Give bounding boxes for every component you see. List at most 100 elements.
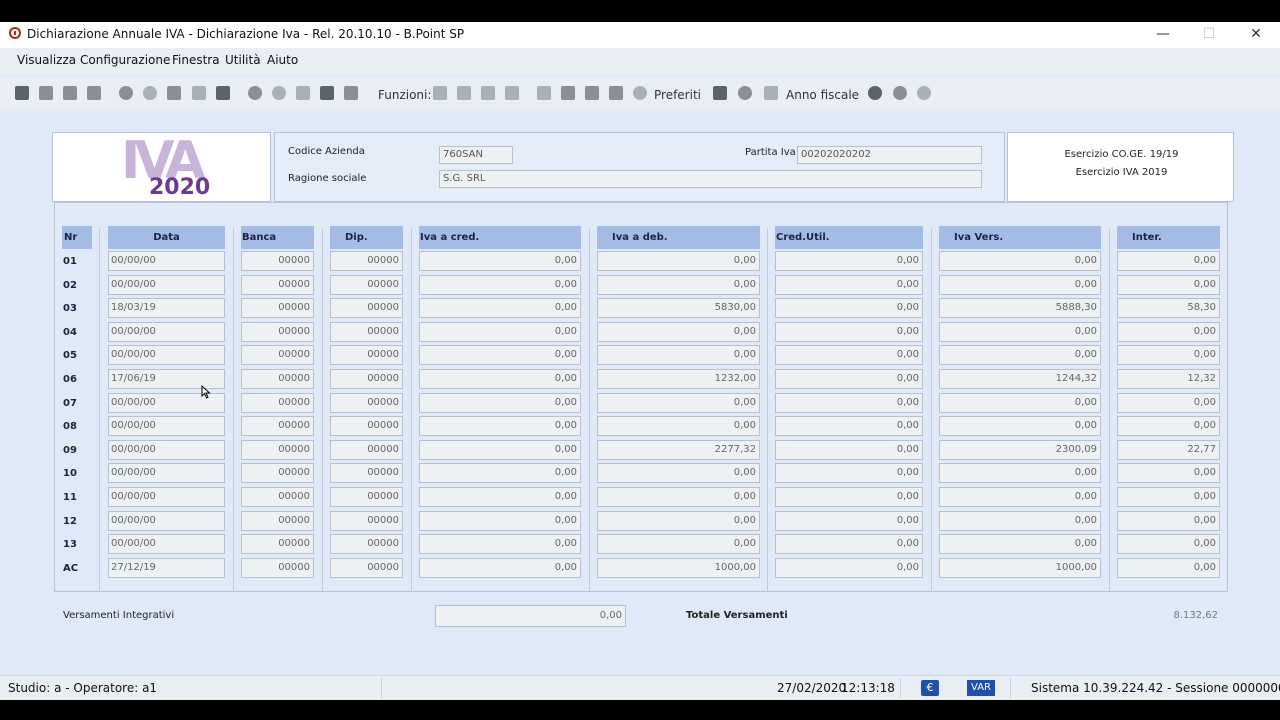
cell-dip[interactable]: 00000 xyxy=(330,416,403,436)
print-icon[interactable] xyxy=(87,86,101,100)
page-icon[interactable] xyxy=(296,86,310,100)
alert-icon[interactable] xyxy=(893,86,907,100)
check-icon[interactable] xyxy=(585,86,599,100)
cell-dip[interactable]: 00000 xyxy=(330,345,403,365)
database-icon[interactable] xyxy=(167,86,181,100)
cell-inter[interactable]: 0,00 xyxy=(1117,487,1220,507)
cell-iva-vers[interactable]: 0,00 xyxy=(939,487,1101,507)
cell-iva-vers[interactable]: 0,00 xyxy=(939,534,1101,554)
user-icon[interactable] xyxy=(868,86,882,100)
cell-inter[interactable]: 22,77 xyxy=(1117,440,1220,460)
cell-iva-vers[interactable]: 1000,00 xyxy=(939,558,1101,578)
cell-data[interactable]: 00/00/00 xyxy=(108,345,225,365)
cell-iva-deb[interactable]: 0,00 xyxy=(597,534,760,554)
cell-banca[interactable]: 00000 xyxy=(241,511,314,531)
cell-banca[interactable]: 00000 xyxy=(241,463,314,483)
cell-inter[interactable]: 0,00 xyxy=(1117,275,1220,295)
cell-cred-util[interactable]: 0,00 xyxy=(775,416,923,436)
disc-icon[interactable] xyxy=(272,86,286,100)
cell-dip[interactable]: 00000 xyxy=(330,534,403,554)
codice-azienda-field[interactable]: 760SAN xyxy=(439,146,513,164)
cell-iva-vers[interactable]: 5888,30 xyxy=(939,298,1101,318)
cell-iva-deb[interactable]: 2277,32 xyxy=(597,440,760,460)
cell-iva-cred[interactable]: 0,00 xyxy=(419,322,581,342)
cell-iva-cred[interactable]: 0,00 xyxy=(419,440,581,460)
cell-banca[interactable]: 00000 xyxy=(241,393,314,413)
cell-iva-vers[interactable]: 0,00 xyxy=(939,322,1101,342)
cell-iva-deb[interactable]: 0,00 xyxy=(597,511,760,531)
cell-iva-deb[interactable]: 0,00 xyxy=(597,251,760,271)
cell-iva-vers[interactable]: 0,00 xyxy=(939,416,1101,436)
cell-cred-util[interactable]: 0,00 xyxy=(775,463,923,483)
calendar-year-icon[interactable] xyxy=(764,86,778,100)
cell-banca[interactable]: 00000 xyxy=(241,558,314,578)
preferiti-button[interactable]: Preferiti xyxy=(654,88,701,102)
var-badge[interactable]: VAR xyxy=(967,680,995,696)
cell-dip[interactable]: 00000 xyxy=(330,275,403,295)
cell-inter[interactable]: 0,00 xyxy=(1117,534,1220,554)
cell-iva-vers[interactable]: 0,00 xyxy=(939,393,1101,413)
mail-icon[interactable] xyxy=(609,86,623,100)
cell-cred-util[interactable]: 0,00 xyxy=(775,393,923,413)
cell-iva-deb[interactable]: 0,00 xyxy=(597,416,760,436)
cell-iva-deb[interactable]: 0,00 xyxy=(597,275,760,295)
cell-data[interactable]: 00/00/00 xyxy=(108,416,225,436)
cell-cred-util[interactable]: 0,00 xyxy=(775,534,923,554)
cell-data[interactable]: 00/00/00 xyxy=(108,534,225,554)
cell-dip[interactable]: 00000 xyxy=(330,487,403,507)
cell-cred-util[interactable]: 0,00 xyxy=(775,345,923,365)
cell-cred-util[interactable]: 0,00 xyxy=(775,275,923,295)
cell-inter[interactable]: 0,00 xyxy=(1117,416,1220,436)
cell-iva-deb[interactable]: 5830,00 xyxy=(597,298,760,318)
cell-inter[interactable]: 58,30 xyxy=(1117,298,1220,318)
globe-icon[interactable] xyxy=(917,86,931,100)
cell-dip[interactable]: 00000 xyxy=(330,298,403,318)
cell-iva-deb[interactable]: 0,00 xyxy=(597,487,760,507)
cell-iva-cred[interactable]: 0,00 xyxy=(419,534,581,554)
cell-data[interactable]: 00/00/00 xyxy=(108,487,225,507)
cell-banca[interactable]: 00000 xyxy=(241,440,314,460)
euro-icon[interactable]: € xyxy=(921,680,939,696)
cell-inter[interactable]: 0,00 xyxy=(1117,322,1220,342)
cell-iva-cred[interactable]: 0,00 xyxy=(419,275,581,295)
cell-inter[interactable]: 0,00 xyxy=(1117,463,1220,483)
info-icon[interactable] xyxy=(143,86,157,100)
cell-iva-cred[interactable]: 0,00 xyxy=(419,369,581,389)
function-key-f7-icon[interactable] xyxy=(433,86,447,100)
tag-icon[interactable] xyxy=(344,86,358,100)
anno-fiscale-button[interactable]: Anno fiscale xyxy=(786,88,859,102)
cell-data[interactable]: 00/00/00 xyxy=(108,440,225,460)
close-button[interactable]: ✕ xyxy=(1236,24,1276,44)
save-icon[interactable] xyxy=(39,86,53,100)
cell-data[interactable]: 00/00/00 xyxy=(108,275,225,295)
cell-data[interactable]: 00/00/00 xyxy=(108,322,225,342)
maximize-button[interactable]: ☐ xyxy=(1189,24,1229,44)
cell-cred-util[interactable]: 0,00 xyxy=(775,369,923,389)
cell-cred-util[interactable]: 0,00 xyxy=(775,440,923,460)
partita-iva-field[interactable]: 00202020202 xyxy=(797,146,982,164)
cell-banca[interactable]: 00000 xyxy=(241,345,314,365)
cut-icon[interactable] xyxy=(63,86,77,100)
sum-icon[interactable] xyxy=(561,86,575,100)
cell-cred-util[interactable]: 0,00 xyxy=(775,487,923,507)
cell-iva-cred[interactable]: 0,00 xyxy=(419,393,581,413)
cell-banca[interactable]: 00000 xyxy=(241,369,314,389)
menu-aiuto[interactable]: Aiuto xyxy=(267,53,298,67)
cell-iva-vers[interactable]: 1244,32 xyxy=(939,369,1101,389)
cell-iva-cred[interactable]: 0,00 xyxy=(419,416,581,436)
function-key-f8-icon[interactable] xyxy=(457,86,471,100)
cell-iva-cred[interactable]: 0,00 xyxy=(419,558,581,578)
cell-cred-util[interactable]: 0,00 xyxy=(775,511,923,531)
cell-banca[interactable]: 00000 xyxy=(241,534,314,554)
cell-cred-util[interactable]: 0,00 xyxy=(775,251,923,271)
cell-dip[interactable]: 00000 xyxy=(330,393,403,413)
cell-iva-deb[interactable]: 0,00 xyxy=(597,345,760,365)
cell-iva-deb[interactable]: 0,00 xyxy=(597,393,760,413)
menu-finestra[interactable]: Finestra xyxy=(172,53,220,67)
cell-inter[interactable]: 0,00 xyxy=(1117,558,1220,578)
function-key-f11-icon[interactable] xyxy=(505,86,519,100)
cell-inter[interactable]: 0,00 xyxy=(1117,393,1220,413)
help-icon[interactable] xyxy=(119,86,133,100)
cell-inter[interactable]: 0,00 xyxy=(1117,345,1220,365)
cell-dip[interactable]: 00000 xyxy=(330,251,403,271)
